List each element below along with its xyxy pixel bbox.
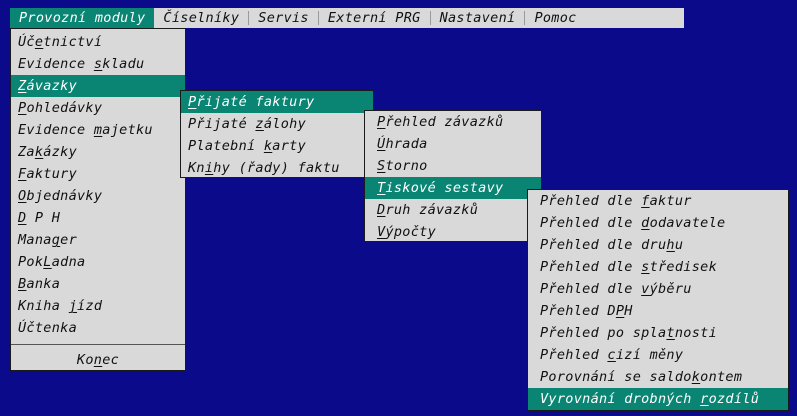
menu-item-storno[interactable]: Storno — [365, 155, 541, 177]
menu-item-prehled-dle-stredisek[interactable]: Přehled dle středisek — [528, 256, 788, 278]
menu-item-uctenka[interactable]: Účtenka — [11, 317, 185, 339]
menu-item-prehled-zavazku[interactable]: Přehled závazků — [365, 111, 541, 133]
menubar-externi-prg[interactable]: Externí PRG — [319, 8, 430, 28]
menu-item-prijate-zalohy[interactable]: Přijaté zálohy — [181, 113, 373, 135]
menubar-nastaveni[interactable]: Nastavení — [431, 8, 525, 28]
menu-item-pokladna[interactable]: PokLadna — [11, 251, 185, 273]
menu-bar: Provozní moduly Číselníky Servis Externí… — [10, 8, 684, 28]
menu-item-prehled-dle-dodavatele[interactable]: Přehled dle dodavatele — [528, 212, 788, 234]
menu-item-dph[interactable]: D P H — [11, 207, 185, 229]
menu-item-pohledavky[interactable]: Pohledávky — [11, 97, 185, 119]
menubar-servis[interactable]: Servis — [249, 8, 318, 28]
menu-item-evidence-skladu[interactable]: Evidence skladu — [11, 53, 185, 75]
menu-item-zakazky[interactable]: Zakázky — [11, 141, 185, 163]
menubar-provozni-moduly[interactable]: Provozní moduly — [10, 8, 155, 28]
menubar-pomoc[interactable]: Pomoc — [525, 8, 585, 28]
menu-item-prehled-dle-druhu[interactable]: Přehled dle druhu — [528, 234, 788, 256]
menu-item-zavazky[interactable]: Závazky — [11, 75, 185, 97]
menu-item-manager[interactable]: Manager — [11, 229, 185, 251]
menu-item-prehled-cizi-meny[interactable]: Přehled cizí měny — [528, 344, 788, 366]
menu-item-porovnani-se-saldokontem[interactable]: Porovnání se saldokontem — [528, 366, 788, 388]
menu-item-prehled-dph[interactable]: Přehled DPH — [528, 300, 788, 322]
tiskove-sestavy-submenu: Přehled dle faktur Přehled dle dodavatel… — [527, 189, 789, 411]
menu-item-prijate-faktury[interactable]: Přijaté faktury — [181, 91, 373, 113]
menu-item-prehled-po-splatnosti[interactable]: Přehled po splatnosti — [528, 322, 788, 344]
menu-item-prehled-dle-vyberu[interactable]: Přehled dle výběru — [528, 278, 788, 300]
menu-item-konec[interactable]: Konec — [11, 349, 185, 370]
menu-item-evidence-majetku[interactable]: Evidence majetku — [11, 119, 185, 141]
menu-item-ucetnictvi[interactable]: Účetnictví — [11, 31, 185, 53]
menu-divider — [11, 344, 185, 345]
menu-item-tiskove-sestavy[interactable]: Tiskové sestavy — [365, 177, 541, 199]
menu-item-kniha-jizd[interactable]: Kniha jízd — [11, 295, 185, 317]
menu-item-druh-zavazku[interactable]: Druh závazků — [365, 199, 541, 221]
prijate-faktury-submenu: Přehled závazků Úhrada Storno Tiskové se… — [364, 110, 542, 242]
zavazky-submenu: Přijaté faktury Přijaté zálohy Platební … — [180, 90, 374, 178]
menu-item-platebni-karty[interactable]: Platební karty — [181, 135, 373, 157]
menu-item-banka[interactable]: Banka — [11, 273, 185, 295]
menu-item-prehled-dle-faktur[interactable]: Přehled dle faktur — [528, 190, 788, 212]
menu-item-vyrovnani-drobnych-rozdilu[interactable]: Vyrovnání drobných rozdílů — [528, 388, 788, 410]
menu-item-objednavky[interactable]: Objednávky — [11, 185, 185, 207]
menu-item-vypocty[interactable]: Výpočty — [365, 221, 541, 241]
menubar-ciselniky[interactable]: Číselníky — [154, 8, 248, 28]
menu-item-knihy-rady-faktur[interactable]: Knihy (řady) faktu — [181, 157, 373, 177]
provozni-moduly-menu: Účetnictví Evidence skladu Závazky Pohle… — [10, 28, 186, 371]
menu-item-uhrada[interactable]: Úhrada — [365, 133, 541, 155]
menu-item-faktury[interactable]: Faktury — [11, 163, 185, 185]
